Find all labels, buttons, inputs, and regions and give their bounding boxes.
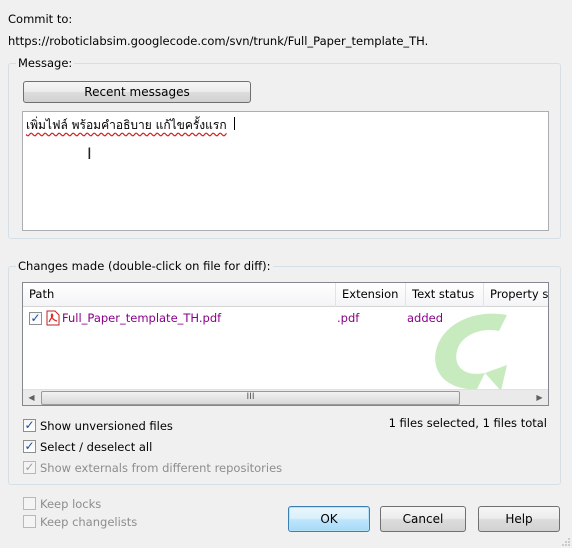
scroll-left-icon[interactable]: ◀ [23,390,40,405]
commit-to-label: Commit to: [8,12,73,26]
scrollbar-grip: III [246,392,255,402]
row-path: Full_Paper_template_TH.pdf [62,311,222,325]
select-all-checkbox[interactable]: ✓ [23,439,36,453]
keep-locks-label: Keep locks [40,497,102,511]
i-beam-cursor-icon: I [87,144,92,163]
table-row[interactable]: ✓ Full_Paper_template_TH.pdf .pdf added [23,309,548,327]
message-text: เพิ่มไฟล์ พร้อมคำอธิบาย แก้ไขครั้งแรก [26,118,227,132]
check-mark-icon: ✓ [30,310,41,325]
text-caret [234,117,235,130]
check-mark-icon: ✓ [24,418,35,432]
scroll-right-icon[interactable]: ▶ [531,390,548,405]
show-unversioned-label[interactable]: Show unversioned files [40,419,173,433]
select-all-label[interactable]: Select / deselect all [40,440,152,454]
cancel-button[interactable]: Cancel [380,506,466,532]
row-checkbox[interactable]: ✓ [29,310,42,325]
column-extension[interactable]: Extension [336,283,406,307]
list-header: Path Extension Text status Property s [23,283,548,307]
row-extension: .pdf [337,311,360,325]
help-button[interactable]: Help [478,506,560,532]
column-property-status[interactable]: Property s [484,283,548,307]
commit-url: https://roboticlabsim.googlecode.com/svn… [8,34,429,48]
keep-changelists-label: Keep changelists [40,515,138,529]
recent-messages-button[interactable]: Recent messages [23,81,251,103]
column-text-status[interactable]: Text status [406,283,484,307]
show-externals-checkbox: ✓ [23,460,36,474]
pdf-file-icon [46,310,60,326]
show-externals-label: Show externals from different repositori… [40,461,283,475]
column-path[interactable]: Path [23,283,336,307]
selection-summary: 1 files selected, 1 files total [388,416,547,430]
keep-locks-checkbox [23,497,36,510]
row-text-status: added [407,311,444,325]
changes-list[interactable]: Path Extension Text status Property s ✓ … [22,282,549,406]
resize-grip-icon[interactable] [561,537,571,547]
message-textarea[interactable]: เพิ่มไฟล์ พร้อมคำอธิบาย แก้ไขครั้งแรก I [22,111,549,231]
check-mark-icon: ✓ [24,439,35,453]
check-mark-icon: ✓ [24,460,35,474]
horizontal-scrollbar[interactable]: ◀ III ▶ [23,389,548,405]
show-unversioned-checkbox[interactable]: ✓ [23,418,36,432]
changes-group-label: Changes made (double-click on file for d… [16,259,273,273]
message-group-label: Message: [16,56,75,70]
keep-changelists-checkbox [23,515,36,528]
scrollbar-thumb[interactable]: III [41,391,460,405]
ok-button[interactable]: OK [288,506,370,532]
